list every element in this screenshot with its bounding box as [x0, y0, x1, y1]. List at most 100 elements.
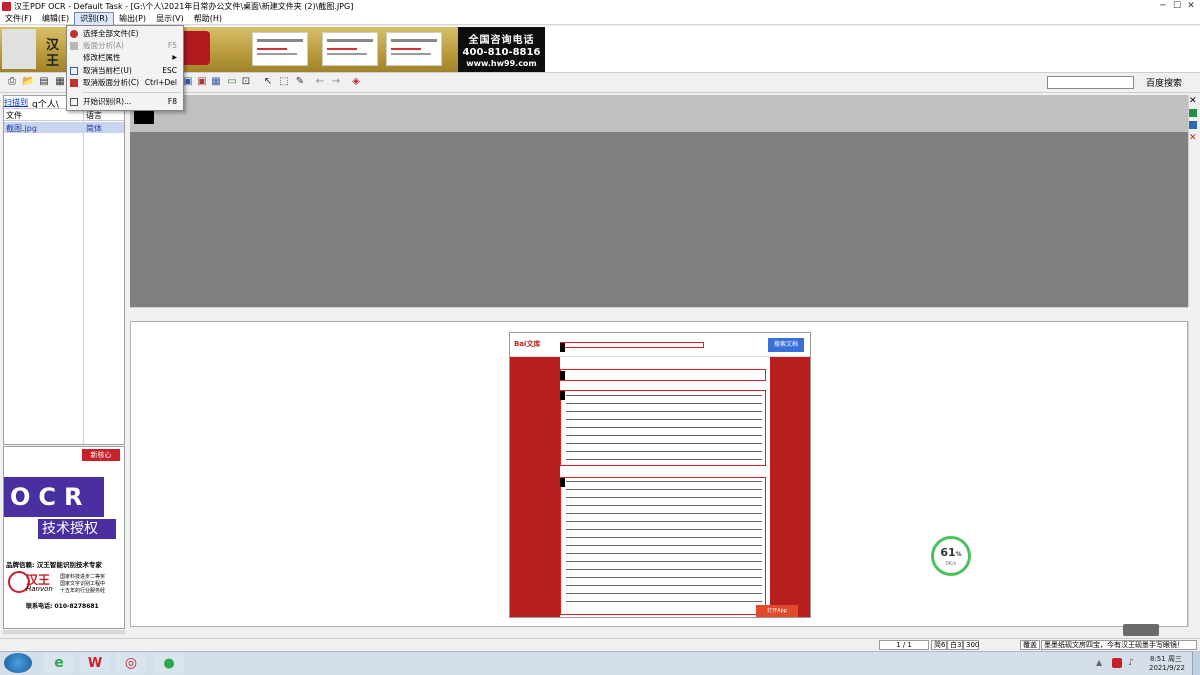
start-recognition-icon [70, 98, 78, 106]
gauge-speed: 0K/s [945, 561, 957, 567]
status-dpi: 300 [963, 640, 979, 650]
region-marker [560, 478, 565, 487]
status-mode: 覆盖 [1020, 640, 1040, 650]
close-pane-icon[interactable]: ✕ [1189, 96, 1197, 106]
save-icon[interactable]: ▤ [38, 76, 50, 88]
column-divider [83, 108, 84, 448]
menu-help[interactable]: 帮助(H) [189, 13, 227, 25]
volume-icon[interactable]: ♪ [1128, 658, 1138, 668]
wps-icon[interactable]: W [80, 653, 110, 673]
region-table-icon[interactable]: ▦ [210, 76, 222, 88]
menu-item-column-properties[interactable]: 修改栏属性 ▶ [67, 52, 183, 64]
maximize-button[interactable]: ☐ [1170, 0, 1184, 12]
cancel-layout-icon [70, 79, 78, 87]
doc-logo: Bai文库 [514, 340, 541, 348]
banner-card-1 [252, 32, 308, 66]
menu-file[interactable]: 文件(F) [0, 13, 37, 25]
left-panel-scrollbar[interactable] [3, 630, 125, 634]
menu-item-start-recognition[interactable]: 开始识别(R)... F8 [67, 96, 183, 108]
region-picture-icon[interactable]: ▭ [226, 76, 238, 88]
menu-display[interactable]: 显示(V) [151, 13, 189, 25]
doc-red-margin-right [768, 357, 810, 617]
back-arrow-icon[interactable]: ← [314, 76, 326, 88]
pen-icon[interactable]: ✎ [294, 76, 306, 88]
clock-time[interactable]: 8:51 周三 [1150, 654, 1182, 664]
region-box[interactable] [560, 342, 704, 348]
status-ad[interactable]: 墨墨纸砚文房四宝，今有汉王砚墨手写眼镜！ [1041, 640, 1197, 650]
select-box-icon[interactable]: ⬚ [278, 76, 290, 88]
baidu-search-button[interactable]: 百度搜索 [1146, 76, 1182, 89]
wechat-icon[interactable]: ● [154, 653, 184, 673]
left-ad-panel[interactable]: 新核心 OCR 技术授权 品牌信赖: 汉王智能识别技术专家 汉王 Hanvon … [3, 446, 125, 629]
doc-search-button: 搜索文档 [768, 338, 804, 352]
ocr-app-icon[interactable]: ◎ [116, 653, 146, 673]
region-image-icon[interactable]: ▣ [196, 76, 208, 88]
ie-browser-icon[interactable]: e [44, 653, 74, 673]
status-height: 白31 [947, 640, 966, 650]
clock-date[interactable]: 2021/9/22 [1149, 664, 1185, 672]
forward-arrow-icon[interactable]: → [330, 76, 342, 88]
menu-edit[interactable]: 编辑(E) [37, 13, 74, 25]
menu-recognize[interactable]: 识别(R) [74, 11, 114, 26]
menu-bar: 文件(F) 编辑(E) 识别(R) 输出(P) 显示(V) 帮助(H) [0, 11, 1200, 26]
minimize-button[interactable]: ─ [1156, 0, 1170, 12]
banner-device-image [180, 31, 210, 65]
select-arrow-icon[interactable]: ↖ [262, 76, 274, 88]
region-marker [560, 371, 565, 380]
region-marker [560, 391, 565, 400]
window-title: 汉王PDF OCR - Default Task - [G:\个人\2021年日… [14, 2, 354, 11]
scan-icon[interactable]: ⎙ [6, 76, 18, 88]
network-speed-gauge[interactable]: 61% 0K/s [931, 536, 971, 576]
hotline-website: www.hw99.com [466, 59, 537, 68]
ad-tech-text: 技术授权 [38, 519, 116, 539]
result-strip [130, 95, 1188, 132]
ad-badge: 新核心 [82, 449, 120, 461]
analyze-icon[interactable]: ⊡ [240, 76, 252, 88]
pane-tool-icon-2[interactable] [1189, 121, 1197, 129]
doc-text-lines [566, 395, 762, 461]
file-language: 简体 [86, 124, 102, 133]
banner-brand-2: 王 [46, 54, 60, 69]
start-button-icon[interactable] [4, 653, 32, 673]
menu-item-cancel-layout[interactable]: 取消版面分析(C) Ctrl+Del [67, 77, 183, 89]
close-button[interactable]: ✕ [1184, 0, 1198, 12]
doc-red-margin-left [510, 357, 560, 617]
tray-arrow-icon[interactable]: ▲ [1096, 658, 1106, 668]
status-width: 简6 [931, 640, 947, 650]
scan-to-link[interactable]: 扫描到 [4, 97, 28, 108]
menu-item-cancel-column[interactable]: 取消当前栏(U) ESC [67, 65, 183, 77]
text-result-area[interactable] [130, 95, 1188, 307]
pane-tool-icon[interactable] [1189, 109, 1197, 117]
region-marker [560, 343, 565, 352]
app-icon [2, 2, 11, 11]
menu-separator [83, 92, 181, 93]
menu-item-select-all[interactable]: 选择全部文件(E) [67, 28, 183, 40]
import-icon[interactable]: ▦ [54, 76, 66, 88]
hotline-title: 全国咨询电话 [468, 35, 535, 46]
viewer-vscroll[interactable] [1188, 321, 1198, 627]
floating-control[interactable] [1123, 624, 1159, 636]
menu-item-layout-analysis[interactable]: 版面分析(A) F5 [67, 40, 183, 52]
layout-analysis-icon [70, 42, 78, 50]
ad-award-2: 国家文字识别工程中 [60, 581, 106, 587]
ad-logo-en: Hanvon [26, 585, 53, 593]
hotline-box: 全国咨询电话 400-810-8816 www.hw99.com [458, 27, 545, 72]
cancel-column-icon [70, 67, 78, 75]
file-list-panel [3, 95, 125, 445]
pane-close-red-icon[interactable]: ✕ [1189, 133, 1197, 143]
open-folder-icon[interactable]: 📂 [22, 76, 34, 88]
document-image[interactable]: Bai文库 搜索文档 打开App [509, 332, 811, 618]
banner-product-image [2, 29, 36, 69]
ad-ocr-text: OCR [4, 477, 104, 517]
region-box[interactable] [560, 369, 766, 381]
tray-app-icon[interactable] [1112, 658, 1122, 668]
color-wheel-icon[interactable]: ◈ [350, 76, 362, 88]
menu-output[interactable]: 输出(P) [114, 13, 151, 25]
result-hscroll[interactable] [130, 307, 1188, 319]
gauge-percent: 61% [940, 546, 962, 559]
banner-card-2 [322, 32, 378, 66]
list-divider [4, 120, 124, 121]
search-input[interactable] [1047, 76, 1134, 89]
show-desktop-button[interactable] [1192, 651, 1200, 675]
select-all-icon [70, 30, 78, 38]
